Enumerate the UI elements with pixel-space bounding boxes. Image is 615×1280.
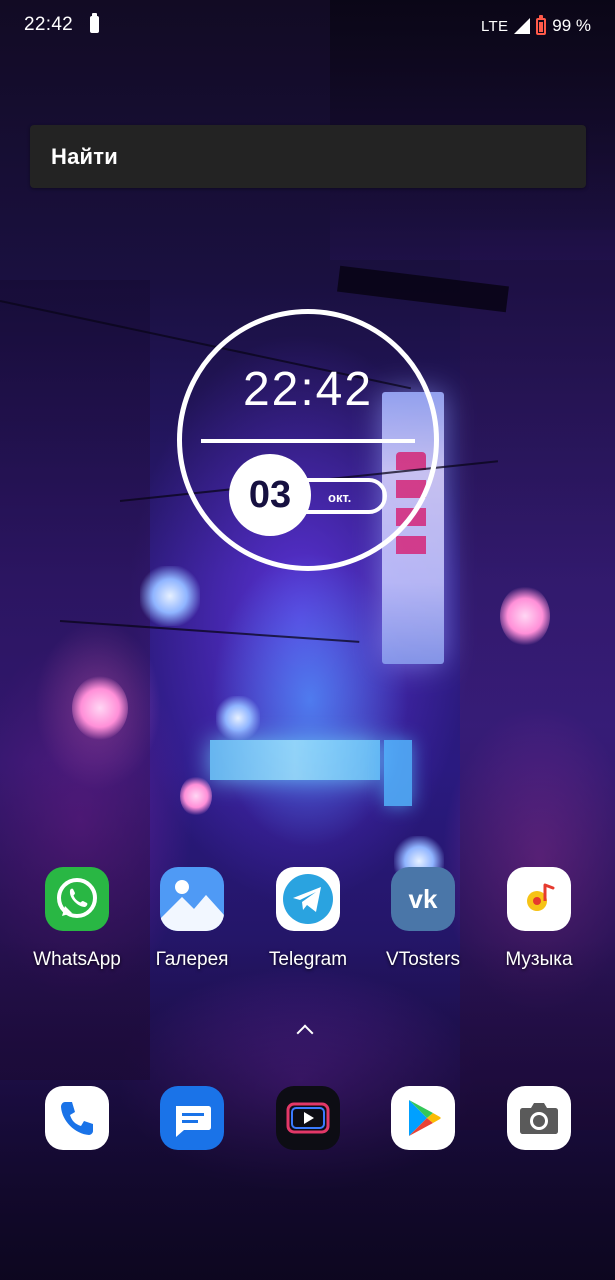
phone-icon <box>45 1086 109 1150</box>
music-icon <box>507 867 571 931</box>
wallpaper-street-lamp <box>216 696 260 740</box>
search-label: Найти <box>51 144 118 169</box>
dock-messages[interactable] <box>132 1086 252 1150</box>
app-label: Галерея <box>155 949 229 970</box>
gallery-icon <box>160 867 224 931</box>
date-month: окт. <box>328 490 352 505</box>
dock-play-store[interactable] <box>363 1086 483 1150</box>
battery-icon <box>90 13 99 33</box>
wallpaper-blue-sign <box>384 740 412 806</box>
wallpaper-lantern <box>180 776 212 816</box>
camera-icon <box>507 1086 571 1150</box>
app-label: VTosters <box>386 949 460 970</box>
app-vtosters[interactable]: vk VTosters <box>363 867 483 971</box>
app-label: WhatsApp <box>33 949 121 970</box>
app-gallery[interactable]: Галерея <box>132 867 252 971</box>
app-whatsapp[interactable]: WhatsApp <box>17 867 137 971</box>
clock-time: 22:42 <box>242 363 374 416</box>
messages-icon <box>160 1086 224 1150</box>
status-bar: 22:42 LTE 99 % <box>0 0 615 52</box>
vk-icon: vk <box>391 867 455 931</box>
video-player-icon <box>276 1086 340 1150</box>
app-telegram[interactable]: Telegram <box>248 867 368 971</box>
app-label: Telegram <box>268 949 348 970</box>
dock-video-player[interactable] <box>248 1086 368 1150</box>
search-bar[interactable]: Найти <box>30 125 586 188</box>
battery-charging-icon <box>536 14 547 35</box>
date-day: 03 <box>248 474 292 516</box>
app-music[interactable]: Музыка <box>479 867 599 971</box>
clock-divider <box>201 439 415 443</box>
network-type: LTE <box>480 17 509 35</box>
wallpaper-street-lamp <box>140 566 200 626</box>
wallpaper-horizontal-sign <box>210 740 380 780</box>
play-store-icon <box>391 1086 455 1150</box>
wallpaper-lantern <box>500 586 550 646</box>
status-indicators: LTE 99 % <box>481 14 591 38</box>
battery-percent: 99 % <box>552 16 591 35</box>
whatsapp-icon <box>45 867 109 931</box>
svg-text:vk: vk <box>409 884 438 914</box>
dock-phone[interactable] <box>17 1086 137 1150</box>
clock-widget[interactable]: 22:42 окт. 03 <box>177 309 439 571</box>
signal-icon <box>514 18 531 34</box>
telegram-icon <box>276 867 340 931</box>
status-time: 22:42 <box>24 14 74 35</box>
wallpaper-lantern <box>72 676 128 740</box>
date-circle: 03 <box>229 454 311 536</box>
dock-camera[interactable] <box>479 1086 599 1150</box>
app-label: Музыка <box>505 949 573 970</box>
